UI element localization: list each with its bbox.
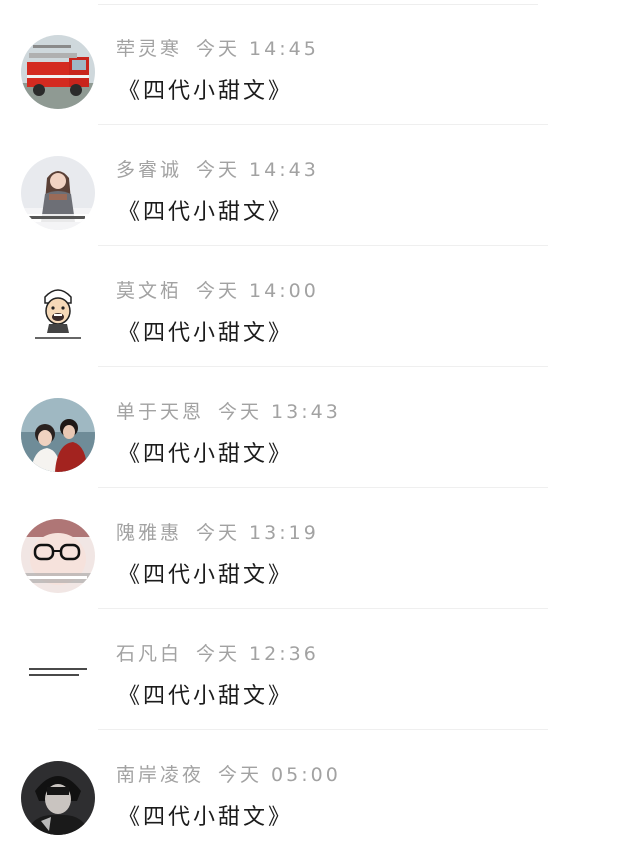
avatar[interactable] [21,156,95,230]
timestamp: 今天 14:00 [196,280,319,302]
meta-line: 南岸凌夜 今天 05:00 [116,760,341,788]
avatar[interactable] [21,398,95,472]
message-text: 《四代小甜文》 [118,684,294,709]
list-item[interactable]: 荦灵寒 今天 14:45 《四代小甜文》 [0,4,640,125]
list-item[interactable]: 单于天恩 今天 13:43 《四代小甜文》 [0,367,640,488]
fire-truck-icon [21,35,95,109]
message-text: 《四代小甜文》 [118,563,294,588]
meta-line: 石凡白 今天 12:36 [116,639,319,667]
list-item[interactable]: 隗雅惠 今天 13:19 《四代小甜文》 [0,488,640,609]
username[interactable]: 多睿诚 [116,159,182,181]
username[interactable]: 南岸凌夜 [116,764,204,786]
message-text: 《四代小甜文》 [118,79,294,104]
girl-in-snow-icon [21,156,95,230]
timestamp: 今天 14:43 [196,159,319,181]
cartoon-face-icon [21,277,95,351]
meta-line: 单于天恩 今天 13:43 [116,397,341,425]
meta-line: 多睿诚 今天 14:43 [116,155,319,183]
message-text: 《四代小甜文》 [118,200,294,225]
timestamp: 今天 05:00 [218,764,341,786]
avatar[interactable] [21,761,95,835]
timestamp: 今天 12:36 [196,643,319,665]
list-item[interactable]: 石凡白 今天 12:36 《四代小甜文》 [0,609,640,730]
meta-line: 荦灵寒 今天 14:45 [116,34,319,62]
avatar[interactable] [21,277,95,351]
avatar[interactable] [21,35,95,109]
meta-line: 莫文栢 今天 14:00 [116,276,319,304]
message-text: 《四代小甜文》 [118,805,294,830]
username[interactable]: 荦灵寒 [116,38,182,60]
message-text: 《四代小甜文》 [118,442,294,467]
timestamp: 今天 13:19 [196,522,319,544]
text-card-icon [21,640,95,714]
meta-line: 隗雅惠 今天 13:19 [116,518,319,546]
avatar[interactable] [21,640,95,714]
couple-photo-icon [21,398,95,472]
glasses-face-icon [21,519,95,593]
username[interactable]: 莫文栢 [116,280,182,302]
username[interactable]: 石凡白 [116,643,182,665]
message-text: 《四代小甜文》 [118,321,294,346]
timestamp: 今天 13:43 [218,401,341,423]
timestamp: 今天 14:45 [196,38,319,60]
list-item[interactable]: 多睿诚 今天 14:43 《四代小甜文》 [0,125,640,246]
avatar[interactable] [21,519,95,593]
list-item[interactable]: 莫文栢 今天 14:00 《四代小甜文》 [0,246,640,367]
username[interactable]: 单于天恩 [116,401,204,423]
username[interactable]: 隗雅惠 [116,522,182,544]
list-item[interactable]: 南岸凌夜 今天 05:00 《四代小甜文》 [0,730,640,851]
dark-portrait-icon [21,761,95,835]
